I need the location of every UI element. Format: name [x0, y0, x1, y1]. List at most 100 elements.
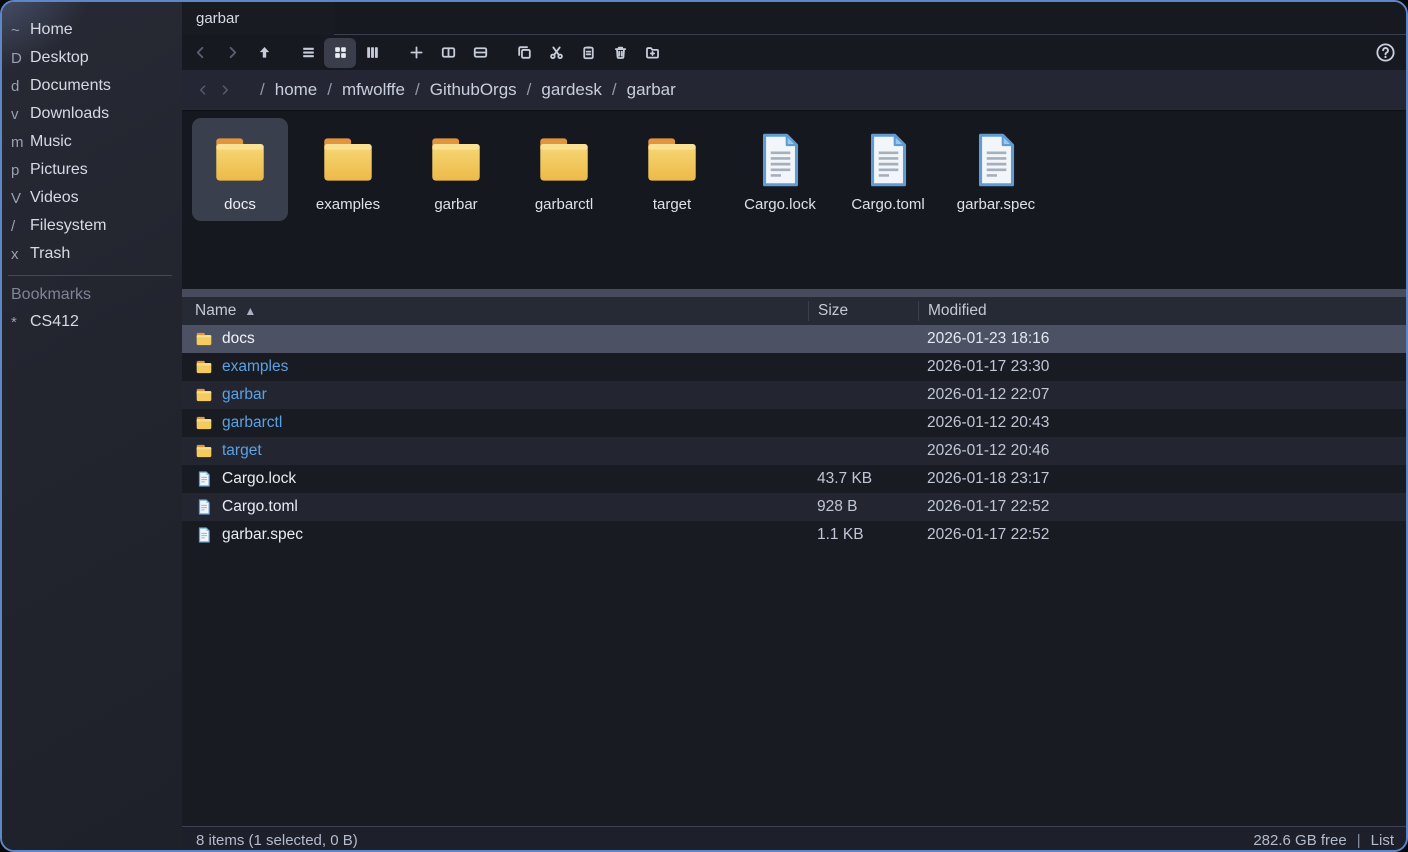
- grid-item-cargo.toml[interactable]: Cargo.toml: [840, 118, 936, 221]
- list-row-modified: 2026-01-12 20:46: [927, 442, 1050, 459]
- list-row-examples[interactable]: examples 2026-01-17 23:30: [182, 353, 1406, 381]
- chevron-left-icon: [199, 85, 206, 95]
- grid-item-examples[interactable]: examples: [300, 118, 396, 221]
- column-header-modified[interactable]: Modified: [918, 301, 1406, 321]
- list-row-garbar[interactable]: garbar 2026-01-12 22:07: [182, 381, 1406, 409]
- sidebar-item-glyph-icon: p: [11, 161, 20, 179]
- list-row-size: 43.7 KB: [817, 470, 873, 487]
- view-grid-icon: [334, 47, 346, 58]
- grid-item-target[interactable]: target: [624, 118, 720, 221]
- sidebar-item-label: Downloads: [30, 105, 110, 122]
- arrow-up-icon: [259, 46, 269, 58]
- folder-icon: [196, 332, 212, 346]
- breadcrumb-segment-mfwolffe[interactable]: mfwolffe: [342, 80, 405, 100]
- list-row-size: 928 B: [817, 498, 858, 515]
- sidebar-item-downloads[interactable]: v Downloads: [2, 100, 182, 128]
- file-icon: [198, 471, 210, 487]
- sidebar-item-music[interactable]: m Music: [2, 128, 182, 156]
- sidebar-item-glyph-icon: V: [11, 189, 22, 207]
- sidebar-item-documents[interactable]: d Documents: [2, 72, 182, 100]
- view-list-button[interactable]: [292, 38, 324, 68]
- paste-button[interactable]: [572, 38, 604, 68]
- bookmark-item-cs412[interactable]: * CS412: [2, 308, 182, 336]
- view-columns-button[interactable]: [356, 38, 388, 68]
- grid-item-docs[interactable]: docs: [192, 118, 288, 221]
- forward-button[interactable]: [216, 38, 248, 68]
- list-row-name-cell: garbar: [182, 386, 808, 404]
- breadcrumb-segment-garbar[interactable]: garbar: [627, 80, 676, 100]
- breadcrumb-back-chevron-icon[interactable]: [192, 79, 214, 101]
- list-row-target[interactable]: target 2026-01-12 20:46: [182, 437, 1406, 465]
- list-row-name: examples: [222, 358, 289, 375]
- grid-item-cargo.lock[interactable]: Cargo.lock: [732, 118, 828, 221]
- list-row-cargo.toml[interactable]: Cargo.toml 928 B 2026-01-17 22:52: [182, 493, 1406, 521]
- list-row-name-cell: Cargo.lock: [182, 470, 808, 488]
- sidebar-item-home[interactable]: ~ Home: [2, 16, 182, 44]
- list-row-modified: 2026-01-12 22:07: [927, 386, 1050, 403]
- sidebar-item-desktop[interactable]: D Desktop: [2, 44, 182, 72]
- cut-icon: [549, 46, 563, 60]
- file-icon: [198, 499, 210, 515]
- grid-item-garbar.spec[interactable]: garbar.spec: [948, 118, 1044, 221]
- breadcrumb-segment-gardesk[interactable]: gardesk: [541, 80, 601, 100]
- new-folder-button[interactable]: [636, 38, 668, 68]
- help-button[interactable]: [1370, 38, 1400, 68]
- plus-icon: [409, 46, 423, 59]
- list-header: Name ▲ Size Modified: [182, 297, 1406, 325]
- column-header-size[interactable]: Size: [808, 301, 918, 321]
- tab-garbar[interactable]: garbar: [182, 2, 334, 35]
- pane-splitter[interactable]: [182, 289, 1406, 297]
- sidebar-divider: [8, 275, 172, 276]
- sidebar-item-label: Documents: [30, 77, 111, 94]
- new-tab-button[interactable]: [400, 38, 432, 68]
- list-row-modified: 2026-01-17 22:52: [927, 498, 1050, 515]
- sidebar-item-label: Filesystem: [30, 217, 107, 234]
- chevron-left-icon: [196, 46, 203, 59]
- view-grid-button[interactable]: [324, 37, 356, 68]
- list-row-garbar.spec[interactable]: garbar.spec 1.1 KB 2026-01-17 22:52: [182, 521, 1406, 549]
- breadcrumb-segment-githuborgs[interactable]: GithubOrgs: [430, 80, 517, 100]
- list-row-docs[interactable]: docs 2026-01-23 18:16: [182, 325, 1406, 353]
- toolbar: [182, 35, 1406, 70]
- back-button[interactable]: [184, 38, 216, 68]
- bookmarks-header: Bookmarks: [11, 286, 92, 303]
- file-icon: [762, 133, 799, 187]
- sidebar-item-pictures[interactable]: p Pictures: [2, 156, 182, 184]
- list-row-name: docs: [222, 330, 255, 347]
- list-row-modified: 2026-01-23 18:16: [927, 330, 1050, 347]
- list-row-name-cell: garbarctl: [182, 414, 808, 432]
- list-row-cargo.lock[interactable]: Cargo.lock 43.7 KB 2026-01-18 23:17: [182, 465, 1406, 493]
- cut-button[interactable]: [540, 38, 572, 68]
- sidebar-item-glyph-icon: D: [11, 49, 22, 67]
- list-row-name: garbar.spec: [222, 526, 303, 543]
- breadcrumb-segment-home[interactable]: home: [275, 80, 318, 100]
- sidebar-item-trash[interactable]: x Trash: [2, 240, 182, 268]
- sort-ascending-icon: ▲: [244, 304, 257, 318]
- list-row-modified: 2026-01-18 23:17: [927, 470, 1050, 487]
- column-header-name[interactable]: Name ▲: [182, 302, 808, 320]
- folder-icon: [648, 138, 696, 181]
- grid-item-garbarctl[interactable]: garbarctl: [516, 118, 612, 221]
- grid-item-label: Cargo.lock: [744, 196, 816, 213]
- list-pane: Name ▲ Size Modified docs 2026-01-23 18:…: [182, 297, 1406, 655]
- list-row-name: garbar: [222, 386, 267, 403]
- file-icon: [198, 527, 210, 543]
- list-row-name-cell: docs: [182, 330, 808, 348]
- list-row-name: target: [222, 442, 262, 459]
- list-row-modified: 2026-01-12 20:43: [927, 414, 1050, 431]
- column-header-size-label: Size: [818, 302, 849, 319]
- folder-icon: [432, 138, 480, 181]
- copy-button[interactable]: [508, 38, 540, 68]
- list-row-garbarctl[interactable]: garbarctl 2026-01-12 20:43: [182, 409, 1406, 437]
- help-icon: [1375, 43, 1395, 62]
- split-horizontal-button[interactable]: [432, 38, 464, 68]
- status-view-mode[interactable]: List: [1371, 832, 1394, 849]
- folder-icon: [196, 416, 212, 430]
- split-vertical-button[interactable]: [464, 38, 496, 68]
- sidebar-item-videos[interactable]: V Videos: [2, 184, 182, 212]
- delete-button[interactable]: [604, 38, 636, 68]
- breadcrumb-forward-chevron-icon[interactable]: [214, 79, 236, 101]
- up-button[interactable]: [248, 38, 280, 68]
- sidebar-item-filesystem[interactable]: / Filesystem: [2, 212, 182, 240]
- grid-item-garbar[interactable]: garbar: [408, 118, 504, 221]
